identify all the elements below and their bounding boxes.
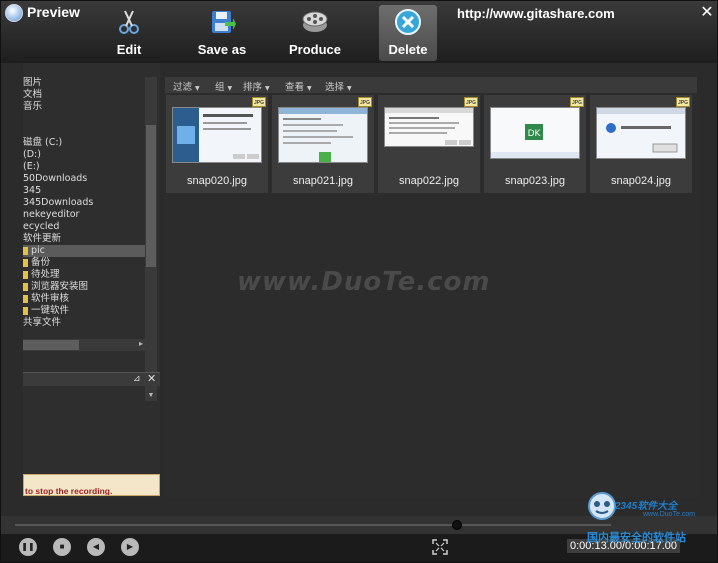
tree-item[interactable]: 共享文件 (23, 317, 145, 329)
thumbnail-filename: snap021.jpg (293, 175, 353, 187)
thumbnail-item[interactable]: JPG snap020.jpg (166, 95, 268, 193)
thumbnail-pane: 过滤 ▼ 组 ▼ 排序 ▼ 查看 ▼ 选择 ▼ JPG snap020.jpg … (165, 77, 697, 498)
explorer-menu: 过滤 ▼ 组 ▼ 排序 ▼ 查看 ▼ 选择 ▼ (165, 77, 697, 93)
tree-item[interactable]: (E:) (23, 161, 145, 173)
tree-item[interactable]: 50Downloads (23, 173, 145, 185)
thumbnail-filename: snap020.jpg (187, 175, 247, 187)
thumbnail-image: DK (490, 107, 580, 159)
tree-item[interactable]: ecycled (23, 221, 145, 233)
window-title: Preview (27, 4, 80, 20)
delete-button[interactable]: Delete (379, 5, 437, 61)
folder-tree: 图片 文档 音乐磁盘 (C:) (D:) (E:) 50Downloads 345 345Do… (23, 77, 145, 401)
preview-window: Preview Edit Save as Produce Delete http… (0, 0, 718, 563)
panel-header: ⊿ ✕ (23, 372, 160, 386)
save-icon (212, 11, 236, 33)
thumbnail-image (384, 107, 474, 147)
thumbnail-item[interactable]: JPG snap024.jpg (590, 95, 692, 193)
tree-item[interactable]: 图片 (23, 77, 145, 89)
watermark: www.DuoTe.com (237, 267, 491, 297)
save-as-label: Save as (197, 42, 247, 57)
thumbnail-filename: snap022.jpg (399, 175, 459, 187)
pause-button[interactable]: ❚❚ (19, 538, 37, 556)
scroll-right-icon[interactable]: ▸ (139, 339, 143, 348)
thumbnail-filename: snap024.jpg (611, 175, 671, 187)
edit-label: Edit (116, 42, 142, 57)
seek-track[interactable] (15, 524, 611, 526)
thumbnail-item[interactable]: JPG snap021.jpg (272, 95, 374, 193)
folder-pane: 图片 文档 音乐磁盘 (C:) (D:) (E:) 50Downloads 345 345Do… (23, 63, 160, 498)
thumbnail-item[interactable]: JPG snap022.jpg (378, 95, 480, 193)
seek-knob[interactable] (452, 520, 462, 530)
tree-item[interactable]: 345 (23, 185, 145, 197)
app-icon (5, 4, 23, 22)
tree-item[interactable]: 备份 (23, 257, 145, 269)
save-as-button[interactable]: Save as (187, 5, 257, 61)
brand-name: 2345软件大全 (615, 501, 678, 512)
menu-filter[interactable]: 过滤 ▼ (173, 79, 200, 93)
menu-group[interactable]: 组 ▼ (215, 79, 232, 93)
thumbnail-image (596, 107, 686, 159)
tree-item[interactable]: nekeyeditor (23, 209, 145, 221)
tree-item[interactable]: (D:) (23, 149, 145, 161)
brand-url: www.DuoTe.com (643, 511, 696, 518)
tree-item[interactable]: 345Downloads (23, 197, 145, 209)
thumbnail-image (278, 107, 368, 163)
tree-item[interactable]: 音乐 (23, 101, 145, 113)
previous-button[interactable]: ◀ (87, 538, 105, 556)
delete-icon (395, 9, 421, 35)
jpg-badge: JPG (252, 97, 266, 107)
svg-text:DK: DK (528, 129, 542, 139)
tree-item[interactable] (23, 113, 145, 125)
site-url[interactable]: http://www.gitashare.com (457, 6, 615, 21)
thumbnail-filename: snap023.jpg (505, 175, 565, 187)
tree-horizontal-scrollbar[interactable]: ▸ (23, 339, 145, 351)
menu-view[interactable]: 查看 ▼ (285, 79, 312, 93)
panel-close-icon[interactable]: ✕ (147, 372, 156, 385)
mascot-icon (588, 492, 616, 520)
menu-sort[interactable]: 排序 ▼ (243, 79, 270, 93)
produce-button[interactable]: Produce (280, 5, 350, 61)
jpg-badge: JPG (676, 97, 690, 107)
menu-select[interactable]: 选择 ▼ (325, 79, 352, 93)
edit-button[interactable]: Edit (94, 5, 164, 61)
tree-item[interactable]: 软件审核 (23, 293, 145, 305)
scroll-down-icon[interactable]: ▼ (145, 392, 157, 399)
fullscreen-icon[interactable] (432, 539, 448, 555)
recording-hint: to stop the recording. (23, 474, 160, 496)
tree-item[interactable]: pic (23, 245, 145, 257)
stop-button[interactable]: ■ (53, 538, 71, 556)
close-button[interactable]: ✕ (699, 4, 715, 22)
jpg-badge: JPG (358, 97, 372, 107)
film-reel-icon (302, 11, 328, 32)
jpg-badge: JPG (570, 97, 584, 107)
tree-item[interactable]: 浏览器安装图 (23, 281, 145, 293)
delete-label: Delete (388, 42, 428, 57)
tree-vertical-scrollbar[interactable]: ▼ (145, 77, 157, 401)
tree-item[interactable]: 待处理 (23, 269, 145, 281)
thumbnail-item[interactable]: DK JPG snap023.jpg (484, 95, 586, 193)
scroll-thumb[interactable] (146, 125, 156, 267)
tree-item[interactable]: 文档 (23, 89, 145, 101)
tree-item[interactable]: 一键软件 (23, 305, 145, 317)
scissors-icon (119, 10, 139, 34)
scroll-thumb[interactable] (23, 340, 79, 350)
brand-slogan: 国内最安全的软件站 (587, 531, 686, 544)
tree-item[interactable] (23, 125, 145, 137)
tree-item[interactable]: 磁盘 (C:) (23, 137, 145, 149)
pin-icon[interactable]: ⊿ (133, 373, 141, 384)
tree-item[interactable]: 软件更新 (23, 233, 145, 245)
next-button[interactable]: ▶ (121, 538, 139, 556)
produce-label: Produce (288, 42, 341, 57)
thumbnail-image (172, 107, 262, 163)
toolbar: Preview Edit Save as Produce Delete http… (1, 1, 717, 63)
jpg-badge: JPG (464, 97, 478, 107)
